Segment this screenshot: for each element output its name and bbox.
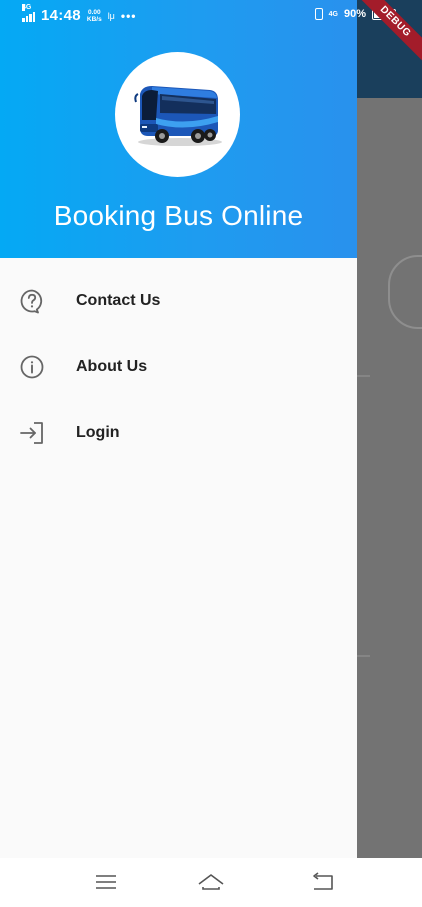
network-speed: 0.00 KB/s xyxy=(87,9,102,23)
network-type-label: 4G xyxy=(22,3,32,11)
bus-icon xyxy=(133,85,222,146)
back-icon[interactable] xyxy=(308,870,336,894)
speed-unit: KB/s xyxy=(86,15,102,23)
notification-icon: Ɩμ xyxy=(107,10,115,21)
screen: 4G 14:48 0.00 KB/s Ɩμ ••• 4G 90% DEBUG B… xyxy=(0,0,422,907)
info-icon xyxy=(20,355,44,379)
menu-item-about-us[interactable]: About Us xyxy=(0,334,357,400)
status-time: 14:48 xyxy=(41,7,81,24)
menu-item-login[interactable]: Login xyxy=(0,400,357,466)
help-icon xyxy=(20,289,43,314)
drawer-menu: Contact Us About Us Login xyxy=(0,268,357,466)
network-type-right: 4G xyxy=(328,10,338,18)
vibrate-icon xyxy=(314,8,323,20)
app-logo-avatar xyxy=(115,52,240,177)
drawer-header: Booking Bus Online xyxy=(0,0,357,258)
home-icon[interactable] xyxy=(197,870,225,894)
speed-value: 0.00 xyxy=(87,8,101,16)
menu-item-contact-us[interactable]: Contact Us xyxy=(0,268,357,334)
background-divider xyxy=(356,375,370,377)
system-navigation-bar xyxy=(0,858,422,907)
menu-icon[interactable] xyxy=(92,870,120,894)
app-name: Booking Bus Online xyxy=(53,200,304,231)
status-bar: 4G 14:48 0.00 KB/s Ɩμ ••• 4G 90% xyxy=(0,0,422,33)
menu-item-label: Login xyxy=(76,424,120,441)
more-notifications-icon: ••• xyxy=(120,8,137,23)
login-icon xyxy=(20,422,43,444)
menu-item-label: About Us xyxy=(76,358,148,375)
background-divider xyxy=(356,655,370,657)
menu-item-label: Contact Us xyxy=(76,292,161,309)
battery-percent: 90% xyxy=(343,8,366,20)
cell-signal-icon: 4G xyxy=(22,3,35,22)
navigation-drawer: Booking Bus Online Contact Us About Us L… xyxy=(0,0,357,858)
